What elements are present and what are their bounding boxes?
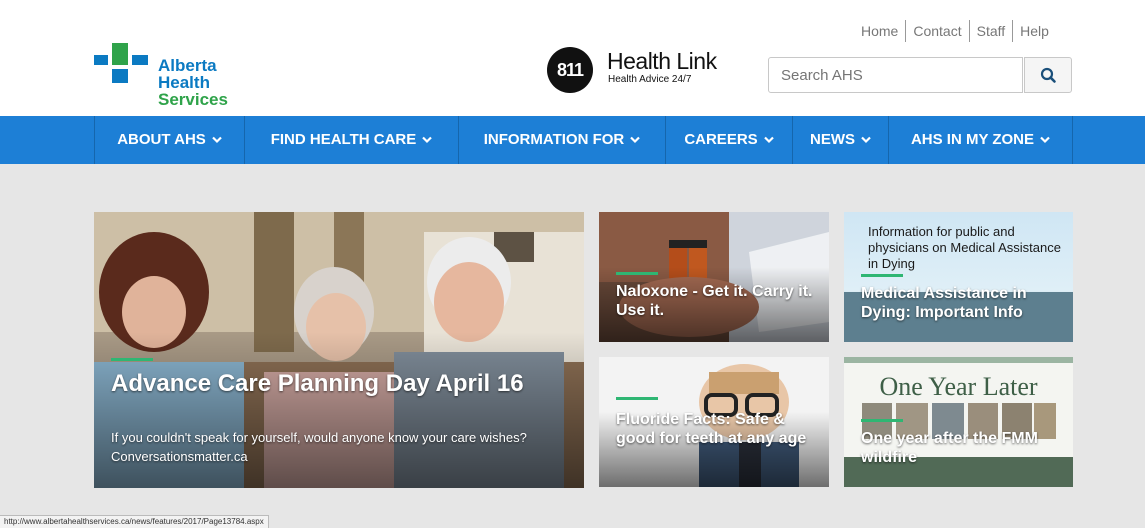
home-link[interactable]: Home — [861, 20, 905, 42]
logo-line-2: Services — [158, 90, 228, 109]
nav-label: NEWS — [810, 131, 855, 148]
search-form — [768, 57, 1073, 95]
nav-label: FIND HEALTH CARE — [270, 131, 417, 148]
tile-title: Medical Assistance in Dying: Important I… — [861, 285, 1027, 321]
feature-advance-care-planning[interactable]: Advance Care Planning Day April 16 If yo… — [94, 212, 584, 488]
contact-link[interactable]: Contact — [905, 20, 968, 42]
search-input[interactable] — [768, 57, 1023, 93]
health-link-logo[interactable]: 811 Health Link Health Advice 24/7 — [547, 45, 727, 95]
logo-square — [112, 69, 128, 83]
browser-status-bar: http://www.albertahealthservices.ca/news… — [0, 515, 269, 528]
nav-label: CAREERS — [684, 131, 758, 148]
main-nav: ABOUT AHS FIND HEALTH CARE INFORMATION F… — [0, 116, 1145, 164]
chevron-down-icon — [212, 136, 222, 144]
logo-square — [94, 55, 108, 65]
nav-ahs-in-my-zone[interactable]: AHS IN MY ZONE — [888, 116, 1072, 164]
health-link-title: Health Link — [607, 48, 717, 74]
nav-find-health-care[interactable]: FIND HEALTH CARE — [244, 116, 458, 164]
chevron-down-icon — [861, 136, 871, 144]
chevron-down-icon — [422, 136, 433, 144]
logo-square — [112, 43, 128, 65]
nav-label: INFORMATION FOR — [483, 131, 625, 148]
chevron-down-icon — [1040, 136, 1050, 144]
nav-about-ahs[interactable]: ABOUT AHS — [94, 116, 244, 164]
accent-bar — [861, 419, 903, 422]
tile-title: One year after the FMM wildfire — [861, 430, 1038, 466]
health-link-badge: 811 — [547, 47, 593, 93]
accent-bar — [111, 358, 153, 361]
tile-overlay-text: Information for public and physicians on… — [868, 224, 1061, 271]
tile-title: Naloxone - Get it. Carry it. Use it. — [616, 283, 813, 319]
tile-naloxone[interactable]: Naloxone - Get it. Carry it. Use it. — [599, 212, 829, 342]
health-link-subtitle: Health Advice 24/7 — [608, 74, 692, 85]
nav-news[interactable]: NEWS — [792, 116, 888, 164]
tile-overlay-text: One Year Later — [879, 372, 1038, 401]
nav-label: ABOUT AHS — [117, 131, 206, 148]
tile-medical-assistance-in-dying[interactable]: Information for public and physicians on… — [844, 212, 1073, 342]
ahs-logo[interactable]: Alberta Health Services — [94, 43, 264, 108]
logo-line-1: Alberta Health — [158, 56, 217, 92]
search-button[interactable] — [1024, 57, 1072, 93]
tile-fluoride-facts[interactable]: Fluoride Facts: Safe & good for teeth at… — [599, 357, 829, 487]
feature-title: Advance Care Planning Day April 16 — [111, 370, 524, 397]
accent-bar — [616, 272, 658, 275]
tile-title: Fluoride Facts: Safe & good for teeth at… — [616, 411, 807, 447]
accent-bar — [861, 274, 903, 277]
accent-bar — [616, 397, 658, 400]
help-link[interactable]: Help — [1012, 20, 1056, 42]
logo-square — [132, 55, 148, 65]
site-header: Alberta Health Services 811 Health Link … — [0, 0, 1145, 116]
nav-information-for[interactable]: INFORMATION FOR — [458, 116, 665, 164]
nav-label: AHS IN MY ZONE — [910, 131, 1035, 148]
logo-text: Alberta Health Services — [158, 57, 264, 108]
staff-link[interactable]: Staff — [968, 20, 1013, 42]
feature-text: If you couldn't speak for yourself, woul… — [111, 430, 527, 464]
search-icon — [1040, 67, 1056, 83]
chevron-down-icon — [763, 136, 774, 144]
nav-divider — [1072, 116, 1073, 164]
chevron-down-icon — [630, 136, 641, 144]
utility-links: Home Contact Staff Help — [861, 20, 1056, 42]
tile-fmm-wildfire[interactable]: One Year Later One year after the FMM wi… — [844, 357, 1073, 487]
nav-careers[interactable]: CAREERS — [665, 116, 792, 164]
